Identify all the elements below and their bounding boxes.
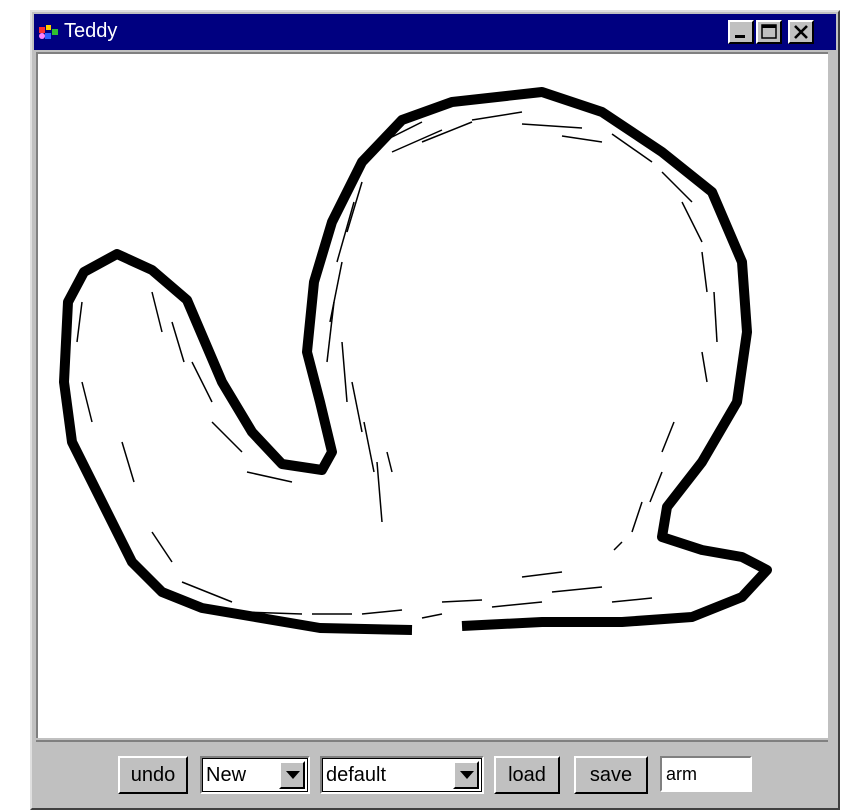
preset-select-value: default: [326, 764, 387, 786]
sketch-outline: [59, 87, 772, 635]
drawing-canvas[interactable]: [36, 52, 828, 738]
teddy-window: Teddy undo New default load save arm: [30, 10, 840, 810]
preset-select-dropdown-button[interactable]: [453, 761, 479, 789]
preset-select[interactable]: default: [320, 756, 484, 794]
undo-button[interactable]: undo: [118, 756, 188, 794]
load-button[interactable]: load: [494, 756, 560, 794]
mode-select-dropdown-button[interactable]: [279, 761, 305, 789]
model-name-input[interactable]: [660, 756, 752, 792]
mode-select[interactable]: New: [200, 756, 310, 794]
bottom-toolbar: undo New default load save: [36, 740, 828, 800]
save-button[interactable]: save: [574, 756, 648, 794]
sketch-shading: [76, 111, 718, 619]
sketch-drawing: [59, 87, 772, 635]
mode-select-value: New: [206, 764, 247, 786]
